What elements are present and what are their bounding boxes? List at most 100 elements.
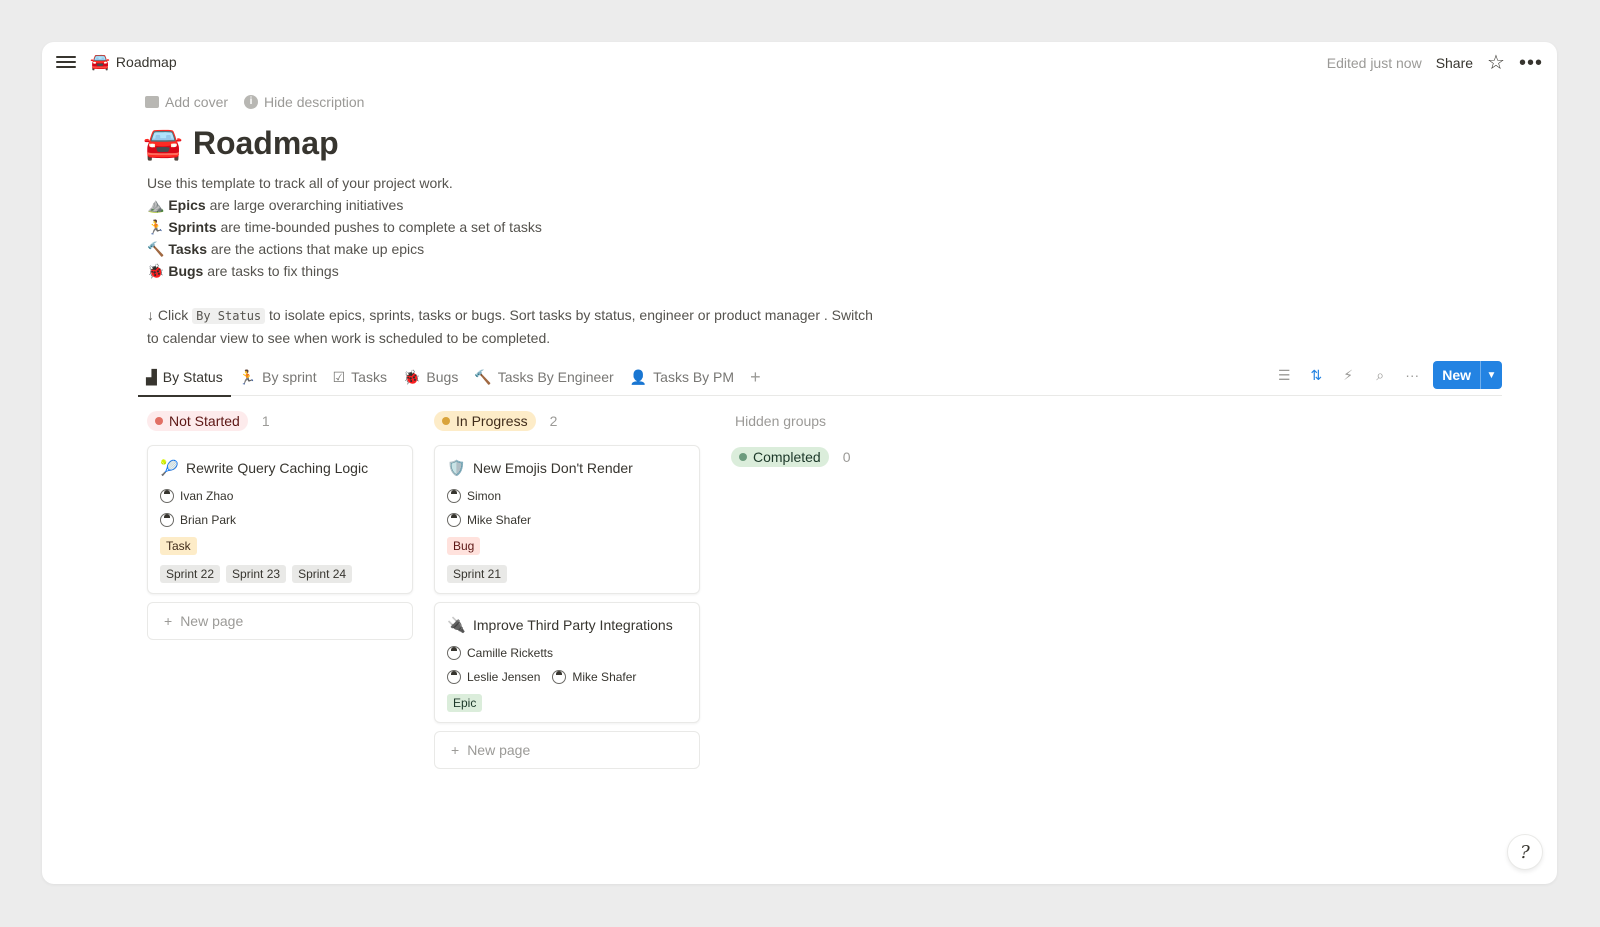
new-button[interactable]: New bbox=[1433, 361, 1480, 389]
bullet-text: are tasks to fix things bbox=[203, 263, 339, 279]
breadcrumb[interactable]: 🚘 Roadmap bbox=[90, 52, 177, 72]
top-bar: 🚘 Roadmap Edited just now Share ☆ ••• bbox=[42, 42, 1557, 82]
instruction-line: ↓ Click By Status to isolate epics, spri… bbox=[147, 304, 1507, 327]
tab-by-status[interactable]: ▟ By Status bbox=[138, 358, 231, 397]
card-title: 🔌 Improve Third Party Integrations bbox=[447, 615, 687, 636]
add-cover-button[interactable]: Add cover bbox=[145, 94, 228, 110]
star-icon[interactable]: ☆ bbox=[1487, 50, 1505, 75]
search-icon[interactable]: ⌕ bbox=[1369, 364, 1391, 386]
top-actions: Edited just now Share ☆ ••• bbox=[1327, 50, 1543, 75]
tab-tasks-by-pm[interactable]: 👤 Tasks By PM bbox=[622, 358, 742, 396]
hamburger-menu-icon[interactable] bbox=[56, 53, 76, 71]
status-label: Not Started bbox=[169, 413, 240, 429]
image-icon bbox=[145, 96, 159, 108]
card-rewrite-query-caching[interactable]: 🎾 Rewrite Query Caching Logic Ivan Zhao … bbox=[147, 445, 413, 594]
assignee-row: Leslie Jensen Mike Shafer bbox=[447, 670, 687, 684]
share-button[interactable]: Share bbox=[1436, 55, 1473, 71]
new-page-label: New page bbox=[467, 742, 531, 758]
help-icon[interactable]: ? bbox=[1507, 834, 1543, 870]
sprint-tags: Sprint 22 Sprint 23 Sprint 24 bbox=[160, 565, 400, 583]
person: Mike Shafer bbox=[447, 513, 531, 527]
new-page-label: New page bbox=[180, 613, 244, 629]
status-badge: Not Started bbox=[147, 411, 248, 431]
view-bar: ▟ By Status 🏃 By sprint ☑ Tasks 🐞 Bugs 🔨 Task… bbox=[138, 358, 1502, 397]
column-count: 0 bbox=[842, 449, 851, 465]
bullet-bold: Bugs bbox=[168, 263, 204, 279]
runner-icon: 🏃 bbox=[147, 219, 165, 235]
avatar-icon bbox=[447, 489, 461, 503]
more-options-icon[interactable]: ••• bbox=[1519, 53, 1543, 73]
new-page-button[interactable]: + New page bbox=[434, 731, 700, 769]
column-header[interactable]: Not Started 1 bbox=[147, 409, 413, 433]
sort-icon[interactable]: ⇅ bbox=[1305, 364, 1327, 386]
bullet-bold: Sprints bbox=[168, 219, 217, 235]
car-icon: 🚘 bbox=[90, 54, 110, 71]
filter-icon[interactable]: ☰ bbox=[1273, 364, 1295, 386]
avatar-icon bbox=[160, 489, 174, 503]
type-tag: Bug bbox=[447, 537, 481, 555]
column-count: 2 bbox=[549, 413, 558, 429]
sprint-tag: Sprint 21 bbox=[447, 565, 508, 583]
type-tags: Epic bbox=[447, 694, 687, 712]
person: Camille Ricketts bbox=[447, 646, 553, 660]
assignee-row: Mike Shafer bbox=[447, 513, 687, 527]
tab-tasks[interactable]: ☑ Tasks bbox=[325, 358, 395, 396]
add-view-icon[interactable]: + bbox=[742, 358, 769, 396]
hidden-groups-label: Hidden groups bbox=[735, 413, 827, 429]
app-window: 🚘 Roadmap Edited just now Share ☆ ••• Ad… bbox=[42, 42, 1557, 884]
instr-text: to isolate epics, sprints, tasks or bugs… bbox=[265, 307, 873, 323]
person-name: Brian Park bbox=[180, 513, 237, 527]
tab-by-sprint[interactable]: 🏃 By sprint bbox=[231, 358, 325, 396]
person-name: Ivan Zhao bbox=[180, 489, 234, 503]
avatar-icon bbox=[447, 513, 461, 527]
breadcrumb-title: Roadmap bbox=[115, 54, 177, 70]
hammer-icon: 🔨 bbox=[474, 368, 492, 385]
checkbox-icon: ☑ bbox=[332, 368, 346, 385]
bug-icon: 🐞 bbox=[147, 263, 165, 279]
avatar-icon bbox=[160, 513, 174, 527]
new-page-button[interactable]: + New page bbox=[147, 602, 413, 640]
page-title-text[interactable]: Roadmap bbox=[193, 125, 339, 162]
tab-label: Tasks bbox=[351, 369, 387, 385]
bullet-text: are the actions that make up epics bbox=[207, 241, 425, 257]
tab-tasks-by-engineer[interactable]: 🔨 Tasks By Engineer bbox=[466, 358, 621, 396]
bullet-bold: Tasks bbox=[168, 241, 207, 257]
plug-icon: 🔌 bbox=[447, 617, 466, 634]
tab-label: Tasks By PM bbox=[653, 369, 735, 385]
hidden-group-completed[interactable]: Completed 0 bbox=[731, 447, 997, 467]
more-view-options-icon[interactable]: ··· bbox=[1401, 364, 1423, 386]
car-icon[interactable]: 🚘 bbox=[143, 124, 183, 162]
type-tag: Task bbox=[160, 537, 197, 555]
bullet-sprints: 🏃 Sprints are time-bounded pushes to com… bbox=[147, 216, 1507, 238]
status-badge: In Progress bbox=[434, 411, 536, 431]
plus-icon: + bbox=[164, 613, 173, 629]
hammer-icon: 🔨 bbox=[147, 241, 165, 257]
person: Mike Shafer bbox=[552, 670, 636, 684]
new-button-group: New ▼ bbox=[1433, 361, 1502, 389]
page-title[interactable]: 🚘 Roadmap bbox=[143, 124, 1507, 162]
hide-description-button[interactable]: i Hide description bbox=[244, 94, 364, 110]
card-new-emojis-dont-render[interactable]: 🛡️ New Emojis Don't Render Simon Mike Sh… bbox=[434, 445, 700, 594]
column-count: 1 bbox=[261, 413, 270, 429]
person-name: Camille Ricketts bbox=[467, 646, 554, 660]
info-icon: i bbox=[244, 95, 259, 109]
page-description[interactable]: Use this template to track all of your p… bbox=[147, 172, 1507, 349]
card-improve-third-party[interactable]: 🔌 Improve Third Party Integrations Camil… bbox=[434, 602, 700, 723]
tab-bugs[interactable]: 🐞 Bugs bbox=[395, 358, 466, 396]
add-cover-label: Add cover bbox=[165, 94, 229, 110]
status-badge: Completed bbox=[731, 447, 829, 467]
hidden-groups: Hidden groups Completed 0 bbox=[731, 409, 997, 467]
runner-icon: 🏃 bbox=[238, 368, 257, 385]
status-dot-icon bbox=[442, 417, 450, 425]
page-controls: Add cover i Hide description bbox=[145, 94, 1507, 110]
automation-icon[interactable]: ⚡ bbox=[1337, 364, 1359, 386]
bug-icon: 🐞 bbox=[402, 368, 421, 385]
column-not-started: Not Started 1 🎾 Rewrite Query Caching Lo… bbox=[147, 409, 413, 640]
tab-label: By sprint bbox=[262, 369, 317, 385]
sprint-tag: Sprint 23 bbox=[226, 565, 287, 583]
column-header[interactable]: In Progress 2 bbox=[434, 409, 700, 433]
status-dot-icon bbox=[155, 417, 163, 425]
chevron-down-icon[interactable]: ▼ bbox=[1480, 361, 1502, 389]
hide-description-label: Hide description bbox=[264, 94, 365, 110]
status-label: Completed bbox=[753, 449, 821, 465]
